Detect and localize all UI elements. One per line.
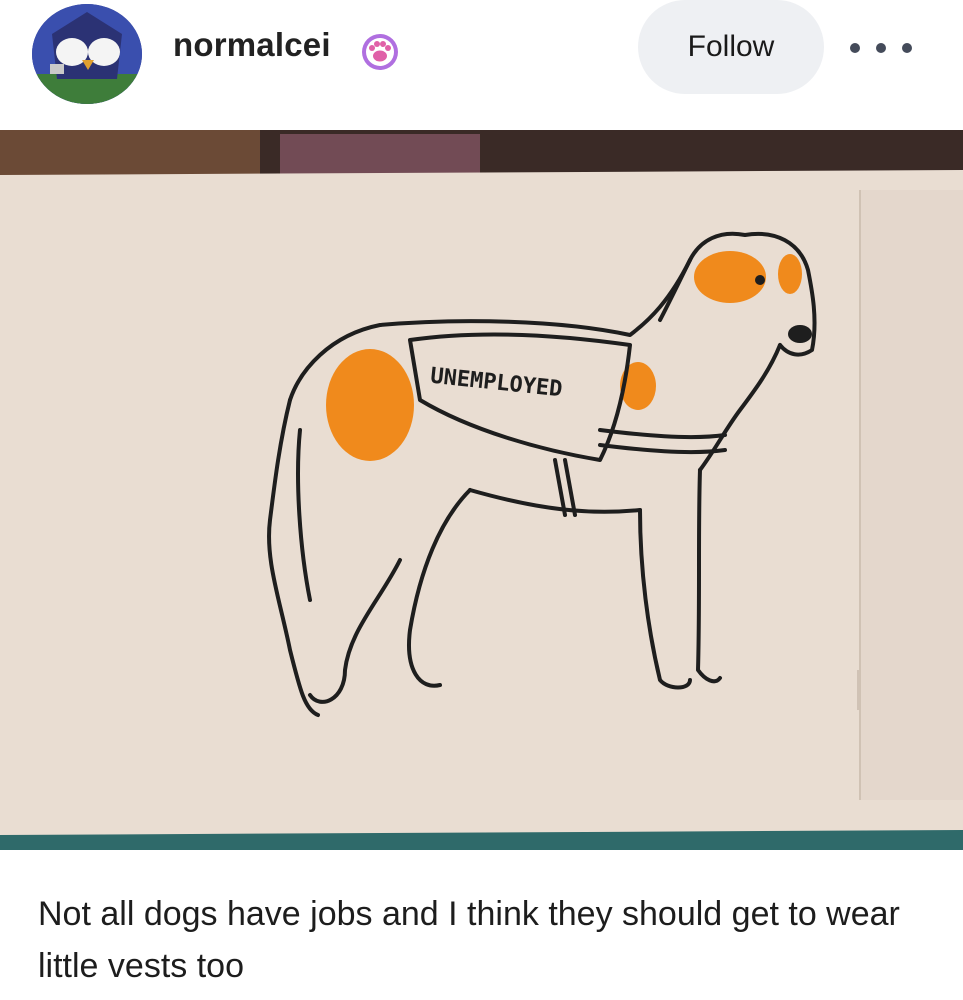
paw-badge-icon (360, 32, 400, 72)
ellipsis-icon[interactable] (850, 36, 912, 60)
author-username[interactable]: normalcei (173, 26, 331, 64)
follow-button[interactable]: Follow (638, 0, 824, 94)
ellipsis-dot (850, 43, 860, 53)
ellipsis-dot (902, 43, 912, 53)
post-photo[interactable]: UNEMPLOYED (0, 130, 963, 850)
avatar-penguin-icon (32, 4, 142, 104)
dog-drawing-image: UNEMPLOYED (0, 130, 963, 850)
ellipsis-dot (876, 43, 886, 53)
post-caption: Not all dogs have jobs and I think they … (38, 895, 900, 985)
author-avatar[interactable] (32, 4, 142, 104)
post-header: normalcei Follow (0, 0, 963, 130)
